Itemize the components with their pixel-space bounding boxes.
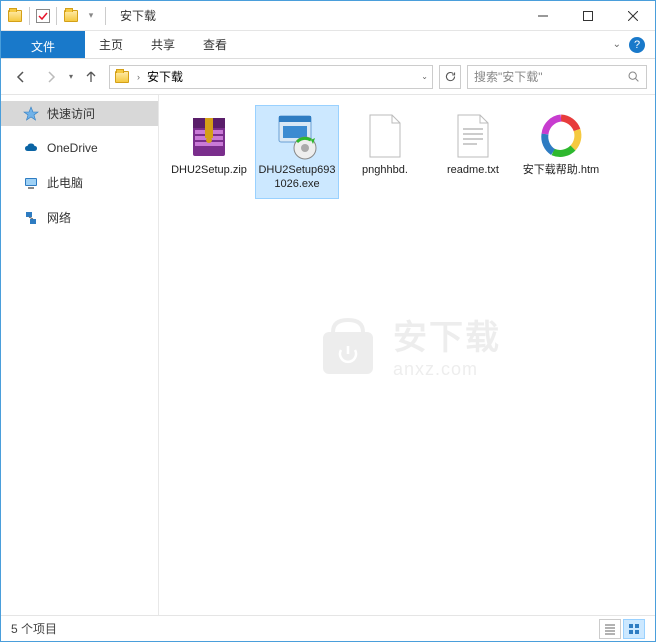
navbar: ▾ › 安下载 ⌄ 搜索"安下载" [1,59,655,95]
file-item[interactable]: pnghhbd. [343,105,427,199]
file-name: pnghhbd. [362,164,408,178]
ribbon: 文件 主页 共享 查看 ⌄ ? [1,31,655,59]
search-input[interactable]: 搜索"安下载" [467,65,647,89]
htm-icon [537,112,585,160]
app-folder-icon [7,8,23,24]
body: 快速访问 OneDrive 此电脑 网络 DHU2Setup.zip [1,95,655,615]
file-name: DHU2Setup.zip [171,164,247,178]
qat-dropdown-icon[interactable]: ▾ [83,8,99,24]
file-grid: DHU2Setup.zip DHU2Setup6931026.exe pnghh… [167,105,647,199]
star-icon [23,106,39,122]
search-placeholder: 搜索"安下载" [474,68,621,85]
tab-home[interactable]: 主页 [85,31,137,58]
window-title: 安下载 [120,7,156,24]
up-button[interactable] [79,65,103,89]
sidebar-item-label: 快速访问 [47,105,95,122]
view-icons-button[interactable] [623,619,645,639]
sidebar-item-onedrive[interactable]: OneDrive [1,136,158,160]
exe-icon [273,112,321,160]
properties-icon[interactable] [36,9,50,23]
quick-access-toolbar: ▾ [1,7,114,25]
file-name: 安下载帮助.htm [523,164,599,178]
file-item[interactable]: DHU2Setup.zip [167,105,251,199]
content-pane[interactable]: DHU2Setup.zip DHU2Setup6931026.exe pnghh… [159,95,655,615]
address-folder-icon [114,69,130,85]
sidebar-item-thispc[interactable]: 此电脑 [1,170,158,195]
minimize-button[interactable] [520,1,565,31]
titlebar: ▾ 安下载 [1,1,655,31]
search-icon [627,70,640,83]
separator [56,7,57,25]
pc-icon [23,175,39,191]
file-item[interactable]: 安下载帮助.htm [519,105,603,199]
view-switcher [599,619,645,639]
close-button[interactable] [610,1,655,31]
ribbon-right: ⌄ ? [613,31,655,58]
sidebar-item-label: 网络 [47,209,71,226]
tab-share[interactable]: 共享 [137,31,189,58]
sidebar-item-network[interactable]: 网络 [1,205,158,230]
separator [105,7,106,25]
watermark-en: anxz.com [393,359,501,380]
file-item[interactable]: readme.txt [431,105,515,199]
tab-view[interactable]: 查看 [189,31,241,58]
sidebar-item-label: 此电脑 [47,174,83,191]
address-folder[interactable]: 安下载 [147,68,183,85]
watermark-zh: 安下载 [393,310,501,359]
cloud-icon [23,140,39,156]
file-item[interactable]: DHU2Setup6931026.exe [255,105,339,199]
tab-file[interactable]: 文件 [1,31,85,58]
file-name: DHU2Setup6931026.exe [258,164,336,192]
expand-ribbon-icon[interactable]: ⌄ [613,39,621,50]
maximize-button[interactable] [565,1,610,31]
status-text: 5 个项目 [11,620,57,637]
forward-button[interactable] [39,65,63,89]
refresh-button[interactable] [439,65,461,89]
sidebar: 快速访问 OneDrive 此电脑 网络 [1,95,159,615]
statusbar: 5 个项目 [1,615,655,641]
txt-icon [449,112,497,160]
sidebar-item-quickaccess[interactable]: 快速访问 [1,101,158,126]
blank-file-icon [361,112,409,160]
window-controls [520,1,655,31]
watermark: 安下载 anxz.com [313,310,501,380]
history-dropdown-icon[interactable]: ▾ [69,72,73,81]
address-right: ⌄ [421,72,428,81]
separator [29,7,30,25]
address-dropdown-icon[interactable]: ⌄ [421,72,428,81]
address-bar[interactable]: › 安下载 ⌄ [109,65,433,89]
zip-icon [185,112,233,160]
bag-icon [313,310,383,380]
back-button[interactable] [9,65,33,89]
chevron-right-icon[interactable]: › [134,72,143,82]
view-details-button[interactable] [599,619,621,639]
sidebar-item-label: OneDrive [47,141,98,155]
help-icon[interactable]: ? [629,37,645,53]
file-name: readme.txt [447,164,499,178]
network-icon [23,210,39,226]
folder-icon[interactable] [63,8,79,24]
